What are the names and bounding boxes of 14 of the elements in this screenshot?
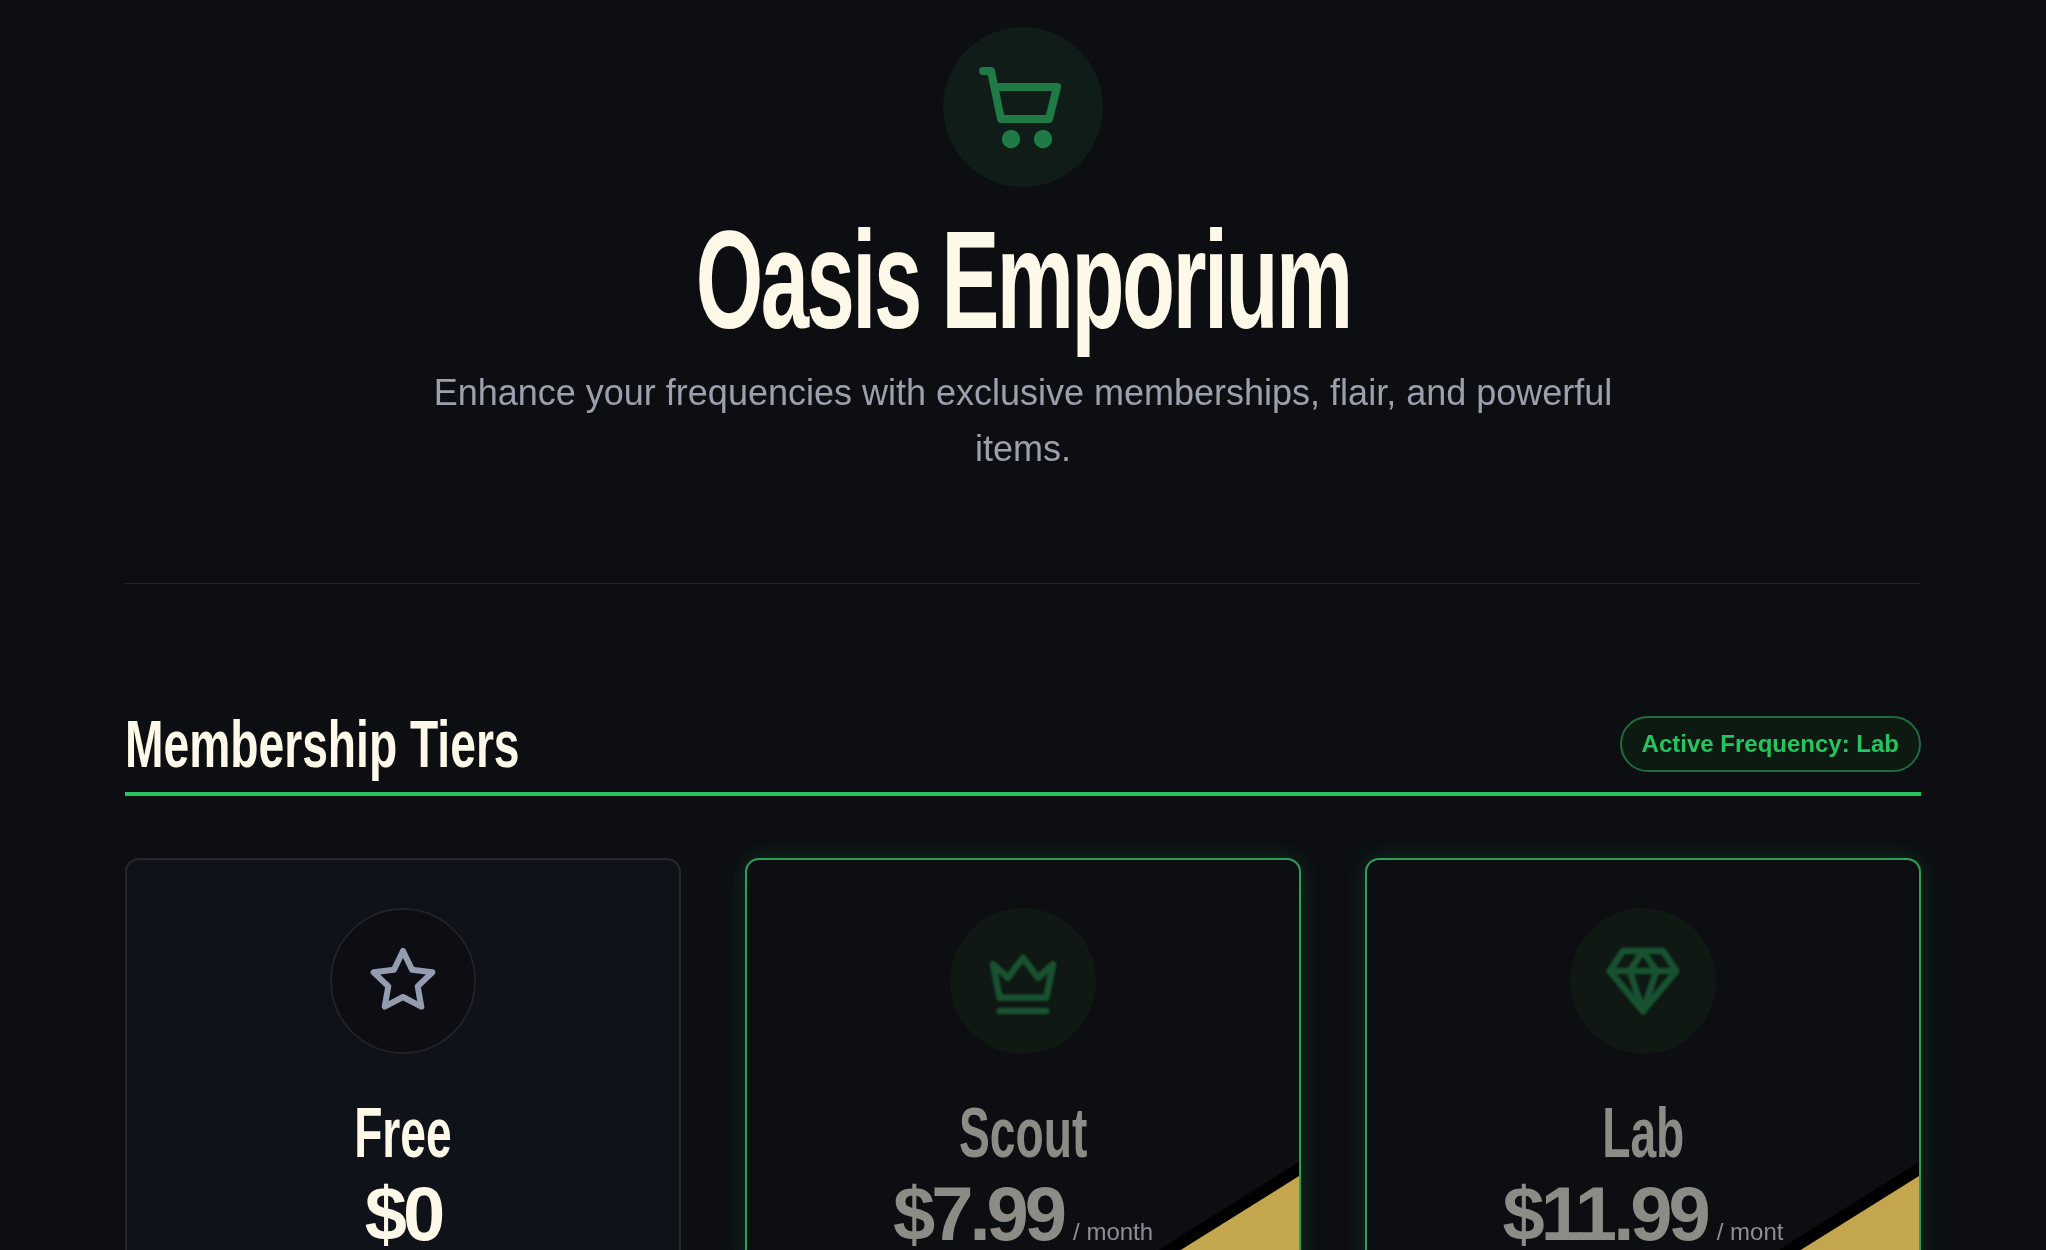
tier-name: Scout xyxy=(958,1093,1088,1174)
tier-price: $11.99 xyxy=(1502,1172,1707,1250)
tier-name: Lab xyxy=(1601,1093,1685,1174)
tier-price: $0 xyxy=(364,1172,442,1250)
tier-card[interactable]: Lab $11.99/ mont xyxy=(1365,858,1921,1250)
tier-card[interactable]: Scout $7.99/ month xyxy=(745,858,1301,1250)
page-title: Oasis Emporium xyxy=(695,200,1351,360)
price-period: / month xyxy=(1073,1216,1154,1247)
tier-price: $7.99 xyxy=(892,1172,1064,1250)
tier-card[interactable]: Free $0 xyxy=(125,858,681,1250)
page-subtitle: Enhance your frequencies with exclusive memberships, flair, and powerful items. xyxy=(432,371,1614,471)
active-frequency-badge: Active Frequency: Lab xyxy=(1619,716,1921,772)
price-period: / mont xyxy=(1716,1216,1784,1247)
tier-name: Free xyxy=(354,1093,452,1174)
